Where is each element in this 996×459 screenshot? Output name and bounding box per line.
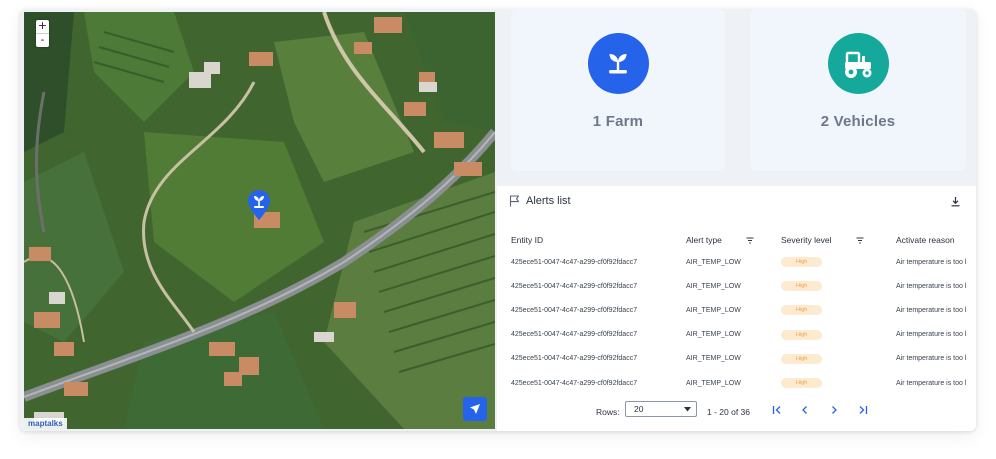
alerts-table: Entity ID Alert type Severity level Acti (511, 230, 976, 395)
farm-marker-icon[interactable] (246, 189, 272, 221)
previous-page-button[interactable] (799, 404, 811, 416)
rows-label: Rows: (596, 407, 620, 417)
severity-badge: High (781, 378, 823, 389)
zoom-control: + - (36, 20, 49, 47)
flag-icon (509, 195, 520, 207)
caret-down-icon (684, 407, 691, 412)
column-alert-type[interactable]: Alert type (686, 230, 781, 250)
column-severity-level[interactable]: Severity level (781, 230, 896, 250)
vehicle-count-label: 2 Vehicles (820, 113, 896, 130)
severity-badge: High (781, 305, 823, 316)
table-row[interactable]: 425ece51-0047-4c47-a299-cf0f92fdacc7 AIR… (511, 274, 976, 298)
severity-cell: High (781, 298, 896, 322)
vehicle-icon-circle (827, 33, 889, 94)
alerts-title: Alerts list (526, 195, 571, 207)
farm-icon-circle (587, 33, 649, 94)
column-entity-id[interactable]: Entity ID (511, 230, 686, 250)
last-page-button[interactable] (856, 404, 868, 416)
chevron-left-icon (802, 406, 807, 414)
rows-per-page-select[interactable]: 20 (625, 401, 697, 417)
pagination-bar: Rows: 20 1 - 20 of 36 (497, 396, 976, 426)
severity-cell: High (781, 274, 896, 298)
rows-per-page-value: 20 (634, 404, 644, 414)
farm-map[interactable]: + - maptalks (24, 12, 495, 429)
locate-button[interactable] (463, 397, 487, 421)
alert-type-cell: AIR_TEMP_LOW (686, 331, 741, 339)
entity-id-cell: 425ece51-0047-4c47-a299-cf0f92fdacc7 (511, 355, 638, 363)
zoom-out-button[interactable]: - (36, 33, 49, 47)
entity-id-cell: 425ece51-0047-4c47-a299-cf0f92fdacc7 (511, 282, 638, 290)
alerts-header: Alerts list (509, 195, 571, 207)
first-page-button[interactable] (771, 404, 783, 416)
last-page-icon (859, 406, 867, 414)
dashboard-frame: + - maptalks 1 Farm 2 Vehicles Alerts li… (20, 9, 976, 431)
severity-cell: High (781, 250, 896, 274)
reason-cell: Air temperature is too l (896, 331, 967, 339)
entity-id-cell: 425ece51-0047-4c47-a299-cf0f92fdacc7 (511, 331, 638, 339)
tractor-icon (845, 51, 872, 78)
reason-cell: Air temperature is too l (896, 306, 967, 314)
alert-type-cell: AIR_TEMP_LOW (686, 282, 741, 290)
zoom-in-button[interactable]: + (36, 20, 49, 33)
reason-cell: Air temperature is too l (896, 282, 967, 290)
reason-cell: Air temperature is too l (896, 258, 967, 266)
download-icon[interactable] (950, 196, 961, 207)
chevron-right-icon (832, 406, 837, 414)
severity-badge: High (781, 257, 823, 268)
vehicle-count-card[interactable]: 2 Vehicles (750, 9, 966, 171)
reason-cell: Air temperature is too l (896, 355, 967, 363)
map-attribution[interactable]: maptalks (24, 418, 67, 429)
table-row[interactable]: 425ece51-0047-4c47-a299-cf0f92fdacc7 AIR… (511, 298, 976, 322)
entity-id-cell: 425ece51-0047-4c47-a299-cf0f92fdacc7 (511, 306, 638, 314)
farm-count-label: 1 Farm (592, 113, 644, 130)
table-row[interactable]: 425ece51-0047-4c47-a299-cf0f92fdacc7 AIR… (511, 347, 976, 371)
alerts-panel: Alerts list Entity ID Alert type Severit… (497, 186, 976, 431)
severity-badge: High (781, 329, 823, 340)
alert-type-cell: AIR_TEMP_LOW (686, 258, 741, 266)
severity-cell: High (781, 347, 896, 371)
farm-count-card[interactable]: 1 Farm (511, 9, 725, 171)
column-activate-reason[interactable]: Activate reason (896, 230, 976, 250)
severity-badge: High (781, 353, 823, 364)
cursor-arrow-icon (470, 404, 480, 414)
severity-badge: High (781, 281, 823, 292)
sprout-icon (609, 53, 627, 73)
alert-type-cell: AIR_TEMP_LOW (686, 306, 741, 314)
page-range: 1 - 20 of 36 (707, 407, 751, 417)
filter-icon[interactable] (856, 237, 864, 244)
table-header-row: Entity ID Alert type Severity level Acti (511, 230, 976, 250)
severity-cell: High (781, 323, 896, 347)
filter-icon[interactable] (746, 237, 754, 244)
alert-type-cell: AIR_TEMP_LOW (686, 355, 741, 363)
next-page-button[interactable] (828, 404, 840, 416)
entity-id-cell: 425ece51-0047-4c47-a299-cf0f92fdacc7 (511, 258, 638, 266)
table-row[interactable]: 425ece51-0047-4c47-a299-cf0f92fdacc7 AIR… (511, 250, 976, 274)
first-page-icon (772, 406, 780, 414)
table-row[interactable]: 425ece51-0047-4c47-a299-cf0f92fdacc7 AIR… (511, 323, 976, 347)
